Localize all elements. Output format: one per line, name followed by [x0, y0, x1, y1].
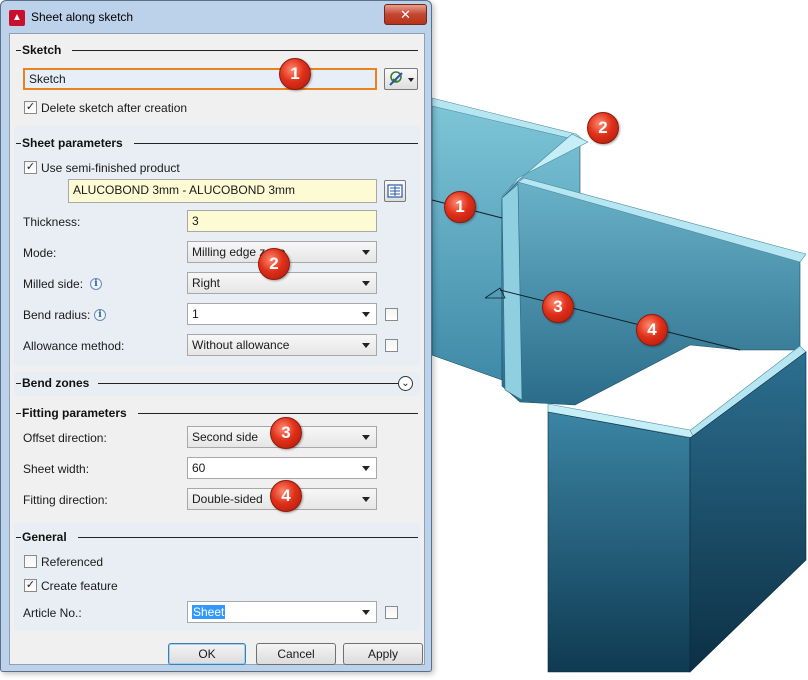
article-no-combo[interactable]: Sheet [187, 601, 377, 623]
catalog-button[interactable] [384, 180, 406, 202]
sheet-width-combo[interactable]: 60 [187, 457, 377, 479]
referenced-label: Referenced [41, 555, 104, 569]
section-divider [78, 537, 418, 538]
chevron-down-icon [362, 435, 370, 440]
mode-label: Mode: [23, 246, 57, 260]
chevron-down-icon [408, 78, 414, 82]
sketch-input-value: Sketch [29, 72, 66, 86]
allowance-method-value: Without allowance [192, 338, 290, 352]
section-title-bend-zones: Bend zones [22, 376, 90, 390]
title-bar[interactable]: ▲ Sheet along sketch ✕ [1, 1, 431, 33]
apply-button[interactable]: Apply [343, 643, 423, 665]
allowance-method-checkbox[interactable] [385, 339, 398, 352]
model-marker-4: 4 [636, 314, 668, 346]
model-box-front [547, 411, 691, 673]
cancel-button[interactable]: Cancel [256, 643, 336, 665]
thickness-label: Thickness: [23, 215, 81, 229]
article-no-label: Article No.: [23, 606, 82, 620]
section-title-sketch: Sketch [22, 43, 62, 57]
model-marker-1: 1 [444, 191, 476, 223]
sketch-input[interactable]: Sketch [23, 68, 377, 90]
chevron-down-icon [362, 610, 370, 615]
milled-side-value: Right [192, 276, 221, 290]
section-title-fitting-parameters: Fitting parameters [22, 406, 127, 420]
offset-direction-value: Second side [192, 430, 259, 444]
model-marker-2: 2 [587, 112, 619, 144]
section-dash [16, 143, 21, 144]
section-divider [138, 413, 418, 414]
app-logo-icon: ▲ [9, 10, 25, 26]
section-divider [72, 50, 418, 51]
bend-radius-value: 1 [192, 307, 199, 321]
dialog-title: Sheet along sketch [31, 10, 134, 24]
semi-finished-product-field[interactable]: ALUCOBOND 3mm - ALUCOBOND 3mm [68, 179, 377, 203]
expand-chevron-icon[interactable]: ⌄ [398, 376, 413, 391]
section-divider [98, 383, 398, 384]
thickness-value: 3 [192, 214, 199, 228]
sheet-along-sketch-dialog: ▲ Sheet along sketch ✕ Sketch Sketch ✓ D… [0, 0, 432, 672]
chevron-down-icon [362, 466, 370, 471]
offset-direction-label: Offset direction: [23, 431, 107, 445]
section-title-sheet-parameters: Sheet parameters [22, 136, 123, 150]
create-feature-checkbox[interactable]: ✓ [24, 579, 37, 592]
close-button[interactable]: ✕ [384, 4, 427, 25]
section-divider [134, 143, 418, 144]
use-semi-finished-label: Use semi-finished product [41, 161, 180, 175]
dialog-marker-1: 1 [279, 58, 311, 90]
sketch-pick-icon [389, 71, 403, 86]
dialog-marker-2: 2 [258, 248, 290, 280]
allowance-method-dropdown[interactable]: Without allowance [187, 334, 377, 356]
article-no-value: Sheet [192, 605, 226, 619]
bend-radius-checkbox[interactable] [385, 308, 398, 321]
dialog-marker-4: 4 [270, 480, 302, 512]
section-dash [16, 413, 21, 414]
delete-sketch-label: Delete sketch after creation [41, 101, 188, 115]
sketch-pick-button[interactable] [384, 68, 418, 90]
section-title-general: General [22, 530, 67, 544]
sheet-width-label: Sheet width: [23, 462, 90, 476]
chevron-down-icon [362, 343, 370, 348]
sheet-width-value: 60 [192, 461, 206, 475]
bend-radius-combo[interactable]: 1 [187, 303, 377, 325]
delete-sketch-checkbox[interactable]: ✓ [24, 101, 37, 114]
section-dash [16, 50, 21, 51]
use-semi-finished-checkbox[interactable]: ✓ [24, 161, 37, 174]
dialog-marker-3: 3 [270, 417, 302, 449]
dialog-client-area: Sketch Sketch ✓ Delete sketch after crea… [9, 33, 425, 665]
ok-button[interactable]: OK [168, 643, 246, 665]
fitting-direction-label: Fitting direction: [23, 493, 108, 507]
catalog-icon [387, 184, 403, 198]
info-icon[interactable]: i [90, 278, 102, 290]
bend-radius-label: Bend radius: [23, 308, 91, 322]
info-icon[interactable]: i [94, 309, 106, 321]
chevron-down-icon [362, 250, 370, 255]
chevron-down-icon [362, 497, 370, 502]
chevron-down-icon [362, 281, 370, 286]
allowance-method-label: Allowance method: [23, 339, 125, 353]
milled-side-label: Milled side: [23, 277, 84, 291]
section-dash [16, 537, 21, 538]
semi-finished-product-value: ALUCOBOND 3mm - ALUCOBOND 3mm [73, 183, 296, 197]
fitting-direction-value: Double-sided [192, 492, 263, 506]
thickness-field[interactable]: 3 [187, 210, 377, 232]
create-feature-label: Create feature [41, 579, 118, 593]
model-marker-3: 3 [542, 291, 574, 323]
chevron-down-icon [362, 312, 370, 317]
article-no-checkbox[interactable] [385, 606, 398, 619]
section-dash [16, 383, 21, 384]
model-box-right [689, 351, 807, 673]
referenced-checkbox[interactable] [24, 555, 37, 568]
